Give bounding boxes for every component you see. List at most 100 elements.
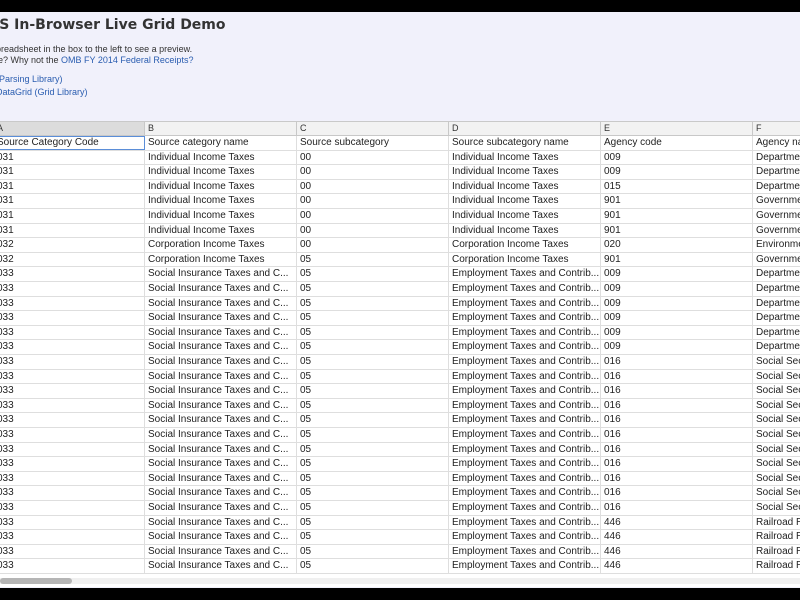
grid-cell[interactable]: Departme xyxy=(753,326,800,340)
grid-cell[interactable]: Employment Taxes and Contrib... xyxy=(449,457,601,472)
grid-cell[interactable]: Social Sec xyxy=(753,355,800,369)
grid-cell[interactable]: Governme xyxy=(753,224,800,238)
grid-cell[interactable]: Employment Taxes and Contrib... xyxy=(449,398,601,413)
grid-cell[interactable]: Individual Income Taxes xyxy=(449,194,601,209)
grid-cell[interactable]: 033 xyxy=(0,471,145,486)
grid-cell[interactable]: 009 xyxy=(601,165,753,180)
grid-cell[interactable]: Departme xyxy=(753,282,800,296)
grid-cell[interactable]: 446 xyxy=(601,515,753,530)
grid-cell[interactable]: Railroad R xyxy=(753,559,800,573)
grid-cell[interactable]: 009 xyxy=(601,267,753,282)
grid-cell[interactable]: 901 xyxy=(601,209,753,223)
grid-cell[interactable]: Railroad R xyxy=(753,545,800,559)
grid-cell[interactable]: Social Sec xyxy=(753,486,800,500)
grid-cell[interactable]: 033 xyxy=(0,311,145,326)
grid-cell[interactable]: 901 xyxy=(601,223,753,238)
grid-cell[interactable]: Social Insurance Taxes and C... xyxy=(145,384,297,399)
grid-cell[interactable]: 009 xyxy=(601,311,753,326)
grid-cell[interactable]: Employment Taxes and Contrib... xyxy=(449,311,601,326)
column-header-e[interactable]: E xyxy=(601,122,753,135)
grid-cell[interactable]: Source Category Code xyxy=(0,136,145,150)
grid-cell[interactable]: Departme xyxy=(753,311,800,325)
grid-cell[interactable]: 033 xyxy=(0,384,145,399)
grid-cell[interactable]: 05 xyxy=(297,457,449,472)
grid-cell[interactable]: Social Sec xyxy=(753,384,800,398)
parsing-library-link[interactable]: (Parsing Library) xyxy=(0,74,63,84)
grid-cell[interactable]: Corporation Income Taxes xyxy=(145,252,297,267)
grid-cell[interactable]: 033 xyxy=(0,486,145,501)
grid-cell[interactable]: Employment Taxes and Contrib... xyxy=(449,559,601,574)
grid-cell[interactable]: 033 xyxy=(0,340,145,355)
grid-cell[interactable]: 05 xyxy=(297,340,449,355)
grid-cell[interactable]: Social Insurance Taxes and C... xyxy=(145,369,297,384)
grid-cell[interactable]: 033 xyxy=(0,559,145,574)
grid-cell[interactable]: 446 xyxy=(601,544,753,559)
grid-cell[interactable]: Employment Taxes and Contrib... xyxy=(449,355,601,369)
column-header-a[interactable]: A xyxy=(0,122,145,135)
grid-cell[interactable]: Social Insurance Taxes and C... xyxy=(145,559,297,574)
grid-cell[interactable]: Individual Income Taxes xyxy=(449,150,601,165)
grid-cell[interactable]: Employment Taxes and Contrib... xyxy=(449,369,601,384)
grid-cell[interactable]: 031 xyxy=(0,223,145,238)
grid-cell[interactable]: Social Insurance Taxes and C... xyxy=(145,486,297,501)
grid-cell[interactable]: 00 xyxy=(297,223,449,238)
grid-cell[interactable]: 009 xyxy=(601,325,753,340)
grid-cell[interactable]: 00 xyxy=(297,150,449,165)
grid-cell[interactable]: 016 xyxy=(601,384,753,399)
grid-cell[interactable]: 020 xyxy=(601,238,753,253)
grid-cell[interactable]: 901 xyxy=(601,252,753,267)
grid-cell[interactable]: 016 xyxy=(601,501,753,515)
grid-cell[interactable]: Employment Taxes and Contrib... xyxy=(449,486,601,501)
grid-cell[interactable]: Employment Taxes and Contrib... xyxy=(449,296,601,311)
grid-cell[interactable]: Social Insurance Taxes and C... xyxy=(145,544,297,559)
grid-cell[interactable]: 033 xyxy=(0,413,145,428)
grid-cell[interactable]: Individual Income Taxes xyxy=(449,179,601,194)
grid-cell[interactable]: 033 xyxy=(0,282,145,296)
grid-cell[interactable]: Individual Income Taxes xyxy=(145,150,297,165)
grid-cell[interactable]: Employment Taxes and Contrib... xyxy=(449,282,601,296)
grid-cell[interactable]: Social Insurance Taxes and C... xyxy=(145,355,297,369)
grid-cell[interactable]: Source subcategory name xyxy=(449,136,601,150)
grid-cell[interactable]: Employment Taxes and Contrib... xyxy=(449,428,601,442)
grid-cell[interactable]: 016 xyxy=(601,471,753,486)
grid-cell[interactable]: 009 xyxy=(601,282,753,296)
grid-cell[interactable]: 05 xyxy=(297,442,449,457)
grid-cell[interactable]: Social Sec xyxy=(753,413,800,427)
grid-cell[interactable]: Social Insurance Taxes and C... xyxy=(145,413,297,428)
grid-cell[interactable]: 05 xyxy=(297,544,449,559)
grid-cell[interactable]: 033 xyxy=(0,515,145,530)
grid-cell[interactable]: Social Insurance Taxes and C... xyxy=(145,340,297,355)
grid-cell[interactable]: Employment Taxes and Contrib... xyxy=(449,530,601,545)
grid-cell[interactable]: 016 xyxy=(601,457,753,472)
grid-cell[interactable]: 05 xyxy=(297,471,449,486)
horizontal-scrollbar[interactable] xyxy=(0,578,800,584)
grid-cell[interactable]: 05 xyxy=(297,311,449,326)
grid-cell[interactable]: 05 xyxy=(297,325,449,340)
grid-cell[interactable]: Individual Income Taxes xyxy=(145,165,297,180)
grid-cell[interactable]: Departme xyxy=(753,151,800,165)
grid-cell[interactable]: Governme xyxy=(753,194,800,208)
grid-cell[interactable]: 033 xyxy=(0,457,145,472)
column-header-d[interactable]: D xyxy=(449,122,601,135)
grid-cell[interactable]: Individual Income Taxes xyxy=(145,223,297,238)
grid-cell[interactable]: Departme xyxy=(753,180,800,194)
grid-cell[interactable]: 031 xyxy=(0,150,145,165)
grid-library-link[interactable]: DataGrid (Grid Library) xyxy=(0,87,88,97)
grid-cell[interactable]: Social Sec xyxy=(753,399,800,413)
grid-cell[interactable]: Social Insurance Taxes and C... xyxy=(145,311,297,326)
grid-cell[interactable]: Employment Taxes and Contrib... xyxy=(449,515,601,530)
grid-cell[interactable]: Social Insurance Taxes and C... xyxy=(145,457,297,472)
grid-cell[interactable]: Social Insurance Taxes and C... xyxy=(145,267,297,282)
grid-cell[interactable]: Social Insurance Taxes and C... xyxy=(145,530,297,545)
grid-cell[interactable]: Individual Income Taxes xyxy=(145,209,297,223)
grid-cell[interactable]: Departme xyxy=(753,340,800,354)
grid-cell[interactable]: Environme xyxy=(753,238,800,252)
grid-cell[interactable]: 05 xyxy=(297,530,449,545)
grid-cell[interactable]: 031 xyxy=(0,179,145,194)
grid-cell[interactable]: 05 xyxy=(297,355,449,369)
grid-cell[interactable]: 446 xyxy=(601,559,753,574)
grid-cell[interactable]: Social Sec xyxy=(753,501,800,515)
grid-cell[interactable]: Social Insurance Taxes and C... xyxy=(145,282,297,296)
grid-cell[interactable]: 015 xyxy=(601,179,753,194)
grid-cell[interactable]: 016 xyxy=(601,486,753,501)
